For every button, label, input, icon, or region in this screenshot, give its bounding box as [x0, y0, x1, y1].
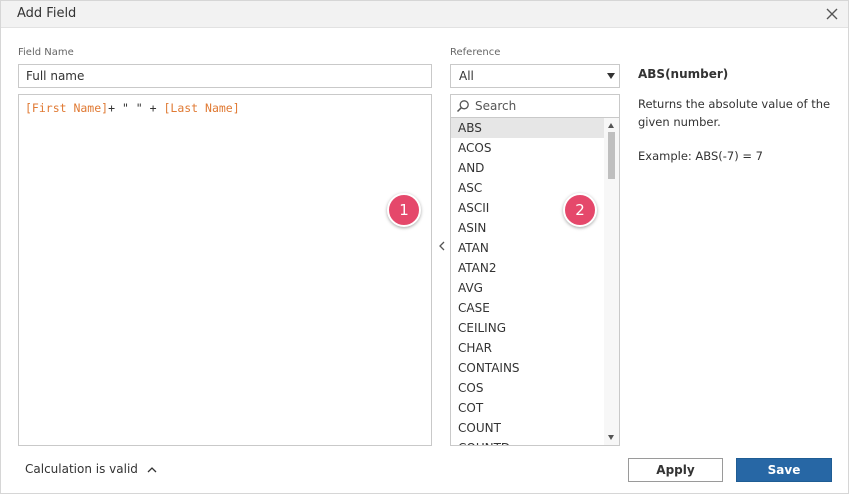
- help-description: Returns the absolute value of the given …: [638, 97, 831, 129]
- reference-label: Reference: [450, 47, 501, 58]
- function-list-item[interactable]: CEILING: [451, 318, 604, 338]
- scroll-thumb[interactable]: [608, 132, 615, 179]
- chevron-left-icon: [439, 241, 445, 251]
- dialog-title: Add Field: [17, 6, 77, 21]
- calculation-status-text: Calculation is valid: [25, 462, 138, 476]
- callout-badge-1: 1: [387, 193, 421, 227]
- help-function-signature: ABS(number): [638, 67, 729, 81]
- function-list-item[interactable]: COS: [451, 378, 604, 398]
- function-list-item[interactable]: ATAN: [451, 238, 604, 258]
- search-icon: [456, 100, 469, 113]
- calculation-status[interactable]: Calculation is valid: [25, 462, 158, 476]
- formula-editor[interactable]: [First Name]+ " " + [Last Name]: [18, 94, 432, 446]
- formula-operator: + " " +: [108, 101, 164, 115]
- add-field-dialog: Add Field Field Name [First Name]+ " " +…: [0, 0, 849, 494]
- close-icon: [826, 8, 838, 20]
- function-list: ABS ACOS AND ASC ASCII ASIN ATAN ATAN2 AVG CASE CE…: [450, 117, 620, 446]
- callout-badge-2: 2: [563, 193, 597, 227]
- field-name-label: Field Name: [18, 47, 74, 58]
- function-list-item[interactable]: CHAR: [451, 338, 604, 358]
- help-example: Example: ABS(-7) = 7: [638, 149, 763, 163]
- formula-field-reference: [First Name]: [25, 101, 109, 115]
- function-list-item[interactable]: COUNT: [451, 418, 604, 438]
- reference-category-select[interactable]: All: [450, 64, 620, 88]
- dialog-titlebar: Add Field: [1, 1, 848, 28]
- function-list-item[interactable]: ABS: [451, 118, 604, 138]
- formula-field-reference: [Last Name]: [163, 101, 240, 115]
- function-items: ABS ACOS AND ASC ASCII ASIN ATAN ATAN2 AVG CASE CE…: [451, 118, 604, 445]
- function-list-item[interactable]: CASE: [451, 298, 604, 318]
- function-list-item[interactable]: AND: [451, 158, 604, 178]
- function-search-box[interactable]: [450, 94, 620, 118]
- save-button[interactable]: Save: [736, 458, 832, 482]
- apply-button[interactable]: Apply: [628, 458, 723, 482]
- close-button[interactable]: [822, 4, 842, 24]
- collapse-reference-button[interactable]: [435, 237, 449, 255]
- function-list-item[interactable]: CONTAINS: [451, 358, 604, 378]
- caret-down-icon: [607, 73, 615, 79]
- function-list-item[interactable]: AVG: [451, 278, 604, 298]
- function-list-item[interactable]: COT: [451, 398, 604, 418]
- function-list-scrollbar[interactable]: [604, 118, 619, 445]
- scroll-up-arrow-icon[interactable]: [608, 123, 614, 128]
- field-name-input[interactable]: [18, 64, 432, 88]
- scroll-down-arrow-icon[interactable]: [608, 435, 614, 440]
- reference-category-value: All: [459, 69, 474, 83]
- function-list-item[interactable]: ATAN2: [451, 258, 604, 278]
- function-list-item[interactable]: ACOS: [451, 138, 604, 158]
- chevron-up-icon: [147, 466, 157, 472]
- function-search-input[interactable]: [475, 97, 613, 115]
- function-list-item[interactable]: COUNTD: [451, 438, 604, 445]
